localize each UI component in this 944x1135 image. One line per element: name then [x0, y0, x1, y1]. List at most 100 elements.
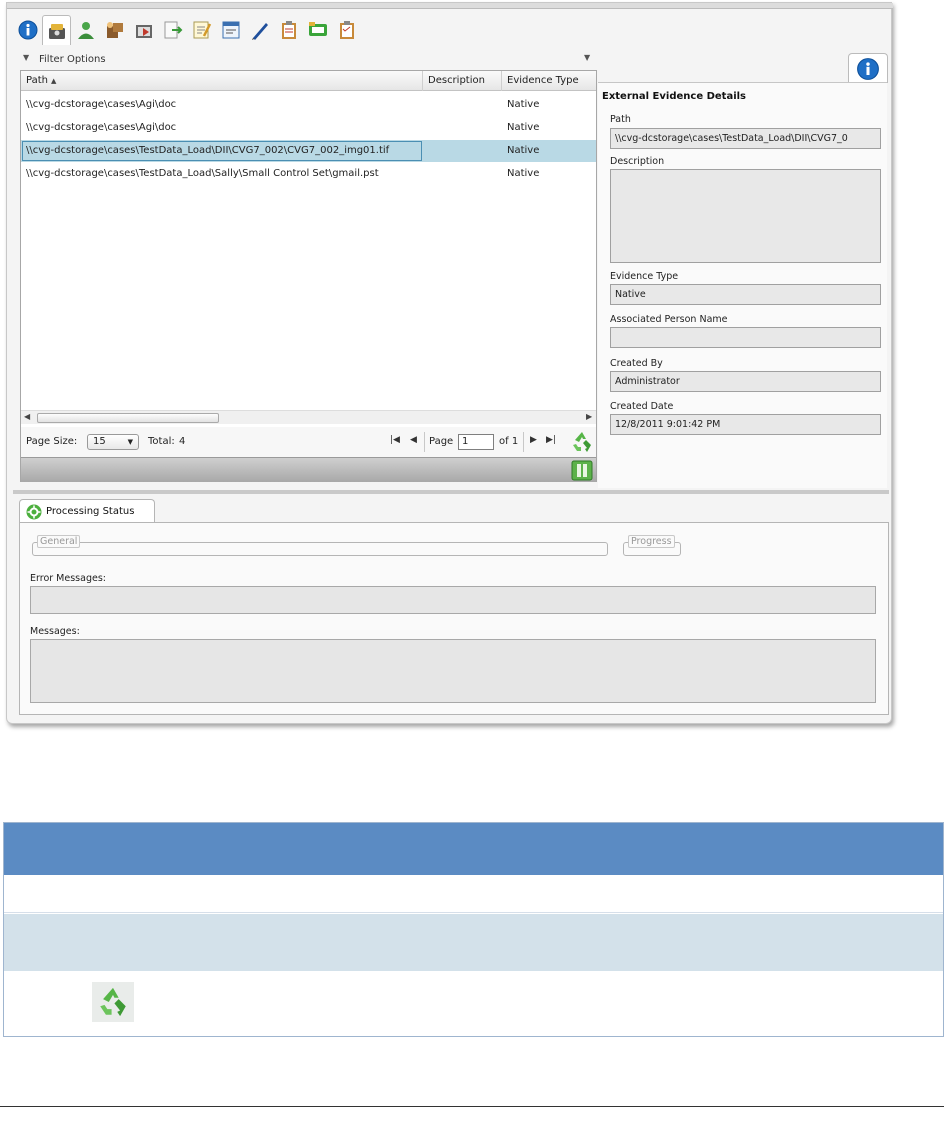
scroll-left-icon[interactable]: ◀: [24, 412, 30, 421]
page-size-label: Page Size:: [26, 436, 78, 447]
previous-page-icon[interactable]: ◀: [410, 435, 417, 445]
evidence-details-pane: External Evidence Details Path \\cvg-dcs…: [598, 47, 888, 488]
document-table: [3, 822, 944, 1037]
total-value: 4: [179, 436, 186, 447]
processing-status-panel: General Progress Error Messages: Message…: [19, 522, 889, 715]
first-page-icon[interactable]: |◀: [390, 435, 400, 445]
table-row: [4, 971, 943, 1036]
table-row: [4, 875, 943, 913]
export-tool-button[interactable]: [158, 15, 187, 45]
notes-icon: [193, 21, 211, 39]
evidence-type-field[interactable]: Native: [610, 284, 881, 305]
person-icon: [77, 22, 94, 39]
table-row[interactable]: \\cvg-dcstorage\cases\Agi\doc Native: [21, 94, 596, 116]
form-icon: [222, 21, 239, 39]
path-cell: \\cvg-dcstorage\cases\TestData_Load\DII\…: [21, 140, 423, 162]
page-number-input[interactable]: 1: [458, 434, 494, 450]
filter-options-bar[interactable]: ▼ Filter Options ▼: [13, 51, 597, 69]
tab-processing-status[interactable]: Processing Status: [19, 499, 155, 523]
evidence-tool-button[interactable]: [42, 15, 71, 45]
column-header-path[interactable]: Path ▲: [21, 71, 423, 91]
evidence-list-pane: ▼ Filter Options ▼ Path ▲ Description Evi…: [13, 47, 597, 488]
general-legend: General: [37, 535, 81, 548]
table-header: [4, 823, 943, 875]
next-page-icon[interactable]: ▶: [530, 435, 537, 445]
clipboard-icon: [281, 21, 296, 39]
messages-label: Messages:: [30, 626, 80, 637]
filter-options-label: Filter Options: [39, 54, 106, 65]
error-messages-label: Error Messages:: [30, 573, 106, 584]
table-row[interactable]: \\cvg-dcstorage\cases\TestData_Load\Sall…: [21, 163, 596, 185]
description-label: Description: [610, 156, 665, 167]
recycle-icon: [92, 982, 134, 1022]
table-row[interactable]: \\cvg-dcstorage\cases\Agi\doc Native: [21, 117, 596, 139]
column-header-evidence-type[interactable]: Evidence Type: [502, 71, 596, 91]
custodian-tool-button[interactable]: [100, 15, 129, 45]
pager-separator: [523, 432, 524, 452]
path-cell: \\cvg-dcstorage\cases\Agi\doc: [26, 99, 177, 110]
path-field[interactable]: \\cvg-dcstorage\cases\TestData_Load\DII\…: [610, 128, 881, 149]
path-cell: \\cvg-dcstorage\cases\Agi\doc: [26, 122, 177, 133]
processing-gear-icon: [26, 504, 42, 520]
column-chooser-icon[interactable]: [571, 460, 593, 481]
chevron-down-icon[interactable]: ▼: [584, 53, 590, 62]
grid-footer-bar: [21, 457, 596, 482]
table-row-selected[interactable]: \\cvg-dcstorage\cases\TestData_Load\DII\…: [21, 140, 596, 162]
info-icon: [857, 57, 879, 80]
processing-status-tab-label: Processing Status: [46, 506, 135, 517]
table-row: [4, 914, 943, 971]
person-tool-button[interactable]: [71, 15, 100, 45]
processing-status-pane: Processing Status General Progress Error…: [19, 497, 889, 717]
horizontal-scrollbar[interactable]: ◀ ▶: [21, 410, 596, 424]
custodian-boxes-icon: [106, 22, 123, 38]
details-title: External Evidence Details: [602, 91, 746, 102]
scrollbar-thumb[interactable]: [37, 413, 219, 423]
form-tool-button[interactable]: [216, 15, 245, 45]
pane-splitter[interactable]: [13, 490, 889, 494]
chevron-down-icon: ▼: [127, 438, 133, 446]
created-date-field[interactable]: 12/8/2011 9:01:42 PM: [610, 414, 881, 435]
evidence-grid: Path ▲ Description Evidence Type \\cvg-dc…: [20, 70, 597, 482]
notes-tool-button[interactable]: [187, 15, 216, 45]
grid-header: Path ▲ Description Evidence Type: [21, 71, 596, 91]
error-messages-box[interactable]: [30, 586, 876, 614]
chevron-down-icon[interactable]: ▼: [23, 53, 29, 62]
total-label: Total:: [148, 436, 175, 447]
recycle-icon[interactable]: [570, 430, 594, 454]
evidence-type-cell: Native: [507, 168, 540, 179]
pager-separator: [424, 432, 425, 452]
messages-box[interactable]: [30, 639, 876, 703]
evidence-type-cell: Native: [507, 99, 540, 110]
scroll-right-icon[interactable]: ▶: [586, 412, 592, 421]
details-panel: External Evidence Details Path \\cvg-dcs…: [598, 82, 887, 488]
transfer-tool-button[interactable]: [303, 15, 332, 45]
checklist-tool-button[interactable]: [332, 15, 361, 45]
last-page-icon[interactable]: ▶|: [546, 435, 556, 445]
associated-person-field[interactable]: [610, 327, 881, 348]
export-icon: [164, 21, 182, 39]
pen-tool-button[interactable]: [245, 15, 274, 45]
page-footer-rule: [0, 1106, 944, 1107]
media-tool-button[interactable]: [129, 15, 158, 45]
checklist-icon: [339, 21, 354, 39]
progress-group: Progress: [623, 535, 681, 556]
application-window: ▼ Filter Options ▼ Path ▲ Description Evi…: [6, 2, 893, 724]
page-size-select[interactable]: 15 ▼: [87, 434, 139, 450]
sort-ascending-icon: ▲: [50, 77, 57, 85]
info-tool-button[interactable]: [13, 15, 42, 45]
column-header-description[interactable]: Description: [423, 71, 502, 91]
evidence-type-label: Evidence Type: [610, 271, 679, 282]
evidence-drive-icon: [48, 23, 65, 39]
evidence-type-cell: Native: [507, 145, 540, 156]
associated-person-label: Associated Person Name: [610, 314, 728, 325]
details-info-tab[interactable]: [848, 53, 888, 83]
path-cell: \\cvg-dcstorage\cases\TestData_Load\Sall…: [26, 168, 379, 179]
created-by-field[interactable]: Administrator: [610, 371, 881, 392]
clipboard-tool-button[interactable]: [274, 15, 303, 45]
created-date-label: Created Date: [610, 401, 674, 412]
info-icon: [18, 20, 37, 40]
description-field[interactable]: [610, 169, 881, 263]
page-label: Page: [429, 436, 454, 447]
page-count-label: of 1: [499, 436, 519, 447]
main-toolbar: [13, 15, 361, 45]
